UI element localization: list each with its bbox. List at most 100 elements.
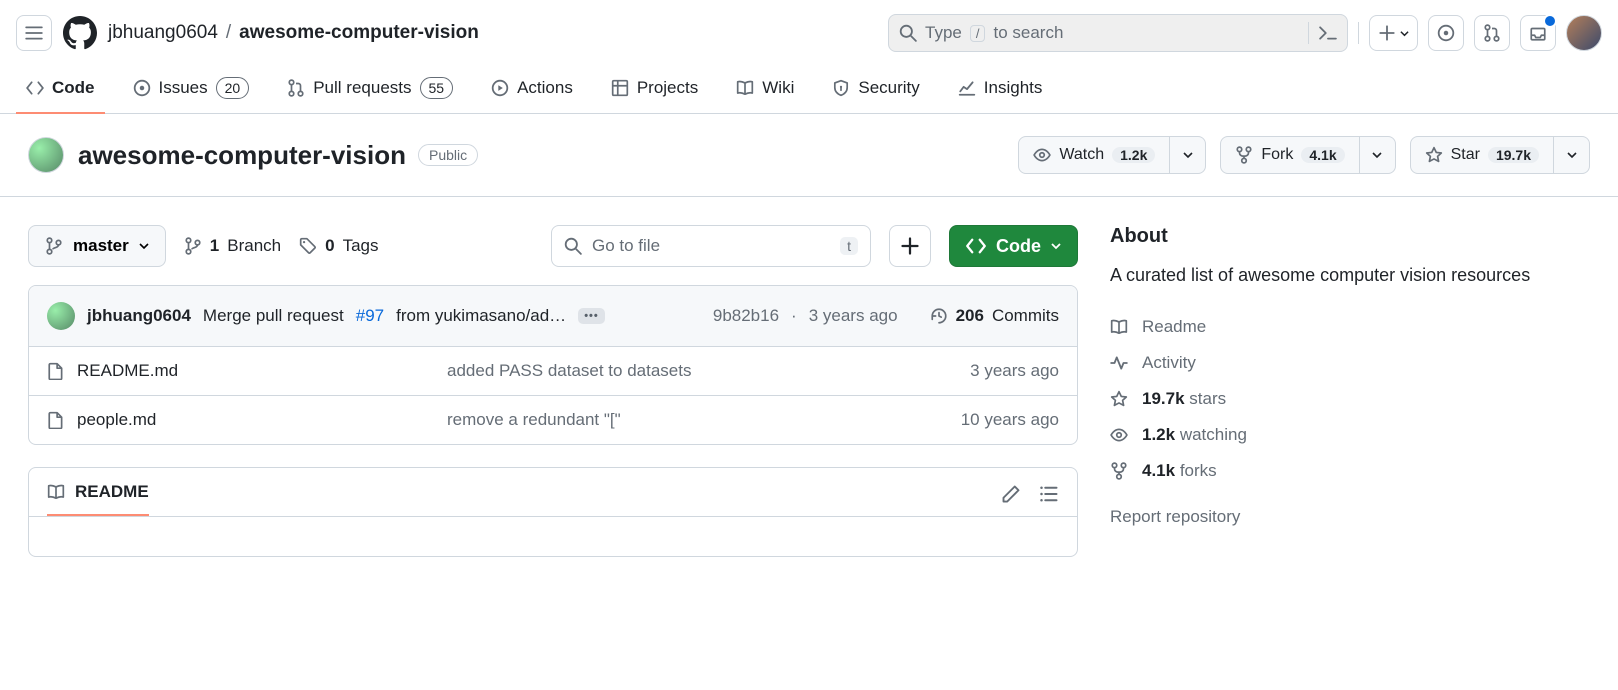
about-forks-link[interactable]: 4.1k forks xyxy=(1110,453,1590,489)
commits-link[interactable]: 206 Commits xyxy=(930,306,1059,326)
star-icon xyxy=(1425,146,1443,164)
caret-down-icon xyxy=(1372,150,1382,160)
file-list-box: jbhuang0604 Merge pull request #97 from … xyxy=(28,285,1078,445)
watch-menu-button[interactable] xyxy=(1170,136,1206,174)
commit-sha[interactable]: 9b82b16 xyxy=(713,306,779,326)
tab-insights[interactable]: Insights xyxy=(948,62,1053,113)
about-sidebar: About A curated list of awesome computer… xyxy=(1110,225,1590,557)
tab-actions[interactable]: Actions xyxy=(481,62,583,113)
fork-icon xyxy=(1235,146,1253,164)
go-to-file-placeholder: Go to file xyxy=(592,236,660,256)
file-name-link[interactable]: people.md xyxy=(47,410,447,430)
breadcrumb-owner[interactable]: jbhuang0604 xyxy=(108,22,218,44)
caret-down-icon xyxy=(139,241,149,251)
report-label: Report repository xyxy=(1110,507,1240,527)
branch-label: Branch xyxy=(227,236,281,256)
commit-author-avatar[interactable] xyxy=(47,302,75,330)
user-avatar[interactable] xyxy=(1566,15,1602,51)
tab-actions-label: Actions xyxy=(517,78,573,98)
tab-issues-count: 20 xyxy=(216,77,250,99)
issues-button[interactable] xyxy=(1428,15,1464,51)
file-name-link[interactable]: README.md xyxy=(47,361,447,381)
about-watching-link[interactable]: 1.2k watching xyxy=(1110,417,1590,453)
commit-message-suffix[interactable]: from yukimasano/ad… xyxy=(396,306,566,326)
global-search[interactable]: Type / to search xyxy=(888,14,1348,52)
repo-header: awesome-computer-vision Public Watch 1.2… xyxy=(0,114,1618,197)
caret-down-icon xyxy=(1567,150,1577,160)
commit-expand-button[interactable]: ••• xyxy=(578,308,605,324)
owner-avatar[interactable] xyxy=(28,137,64,173)
tab-code-label: Code xyxy=(52,78,95,98)
tab-security[interactable]: Security xyxy=(822,62,929,113)
github-logo[interactable] xyxy=(62,15,98,51)
readme-tab-label: README xyxy=(75,482,149,502)
file-icon xyxy=(47,362,65,380)
about-activity-label: Activity xyxy=(1142,353,1196,373)
about-readme-link[interactable]: Readme xyxy=(1110,309,1590,345)
tab-pulls[interactable]: Pull requests 55 xyxy=(277,62,463,113)
star-icon xyxy=(1110,390,1128,408)
file-commit-message[interactable]: added PASS dataset to datasets xyxy=(447,361,879,381)
tags-label: Tags xyxy=(343,236,379,256)
readme-panel: README xyxy=(28,467,1078,557)
tab-issues[interactable]: Issues 20 xyxy=(123,62,260,113)
tab-wiki[interactable]: Wiki xyxy=(726,62,804,113)
tab-code[interactable]: Code xyxy=(16,62,105,113)
fork-group: Fork 4.1k xyxy=(1220,136,1395,174)
go-to-file-input[interactable]: Go to file t xyxy=(551,225,871,267)
tab-security-label: Security xyxy=(858,78,919,98)
search-icon xyxy=(899,24,917,42)
about-activity-link[interactable]: Activity xyxy=(1110,345,1590,381)
about-watching-count: 1.2k xyxy=(1142,425,1175,444)
eye-icon xyxy=(1033,146,1051,164)
about-stars-link[interactable]: 19.7k stars xyxy=(1110,381,1590,417)
outline-button[interactable] xyxy=(1039,484,1059,504)
commit-pr-link[interactable]: #97 xyxy=(356,306,384,326)
breadcrumb-repo[interactable]: awesome-computer-vision xyxy=(239,22,479,44)
nav-menu-button[interactable] xyxy=(16,15,52,51)
commits-label: Commits xyxy=(992,306,1059,326)
caret-down-icon xyxy=(1183,150,1193,160)
pencil-icon xyxy=(1001,484,1021,504)
about-heading: About xyxy=(1110,225,1590,248)
code-download-button[interactable]: Code xyxy=(949,225,1078,267)
readme-tab[interactable]: README xyxy=(47,482,149,516)
star-menu-button[interactable] xyxy=(1554,136,1590,174)
fork-button[interactable]: Fork 4.1k xyxy=(1220,136,1359,174)
star-count: 19.7k xyxy=(1488,147,1539,163)
watch-label: Watch xyxy=(1059,146,1104,164)
issue-icon xyxy=(133,79,151,97)
branch-select[interactable]: master xyxy=(28,225,166,267)
file-name: people.md xyxy=(77,410,156,430)
table-icon xyxy=(611,79,629,97)
breadcrumb: jbhuang0604 / awesome-computer-vision xyxy=(108,22,479,44)
commit-message-prefix[interactable]: Merge pull request xyxy=(203,306,344,326)
fork-menu-button[interactable] xyxy=(1360,136,1396,174)
watch-button[interactable]: Watch 1.2k xyxy=(1018,136,1170,174)
tags-link[interactable]: 0 Tags xyxy=(299,236,378,256)
add-file-button[interactable] xyxy=(889,225,931,267)
eye-icon xyxy=(1110,426,1128,444)
tab-insights-label: Insights xyxy=(984,78,1043,98)
create-new-button[interactable] xyxy=(1369,15,1418,51)
plus-icon xyxy=(900,236,920,256)
branches-link[interactable]: 1 Branch xyxy=(184,236,281,256)
code-icon xyxy=(26,79,44,97)
file-commit-age: 10 years ago xyxy=(879,410,1059,430)
tab-issues-label: Issues xyxy=(159,78,208,98)
about-forks-label: forks xyxy=(1180,461,1217,480)
star-button[interactable]: Star 19.7k xyxy=(1410,136,1554,174)
commits-count: 206 xyxy=(956,306,984,326)
commit-author[interactable]: jbhuang0604 xyxy=(87,306,191,326)
notifications-button[interactable] xyxy=(1520,15,1556,51)
visibility-badge: Public xyxy=(418,144,478,166)
tab-wiki-label: Wiki xyxy=(762,78,794,98)
edit-readme-button[interactable] xyxy=(1001,484,1021,504)
pull-requests-button[interactable] xyxy=(1474,15,1510,51)
search-kbd: / xyxy=(970,25,986,42)
report-repository-link[interactable]: Report repository xyxy=(1110,499,1590,535)
file-name: README.md xyxy=(77,361,178,381)
tab-projects[interactable]: Projects xyxy=(601,62,708,113)
file-commit-message[interactable]: remove a redundant "[" xyxy=(447,410,879,430)
inbox-icon xyxy=(1529,24,1547,42)
